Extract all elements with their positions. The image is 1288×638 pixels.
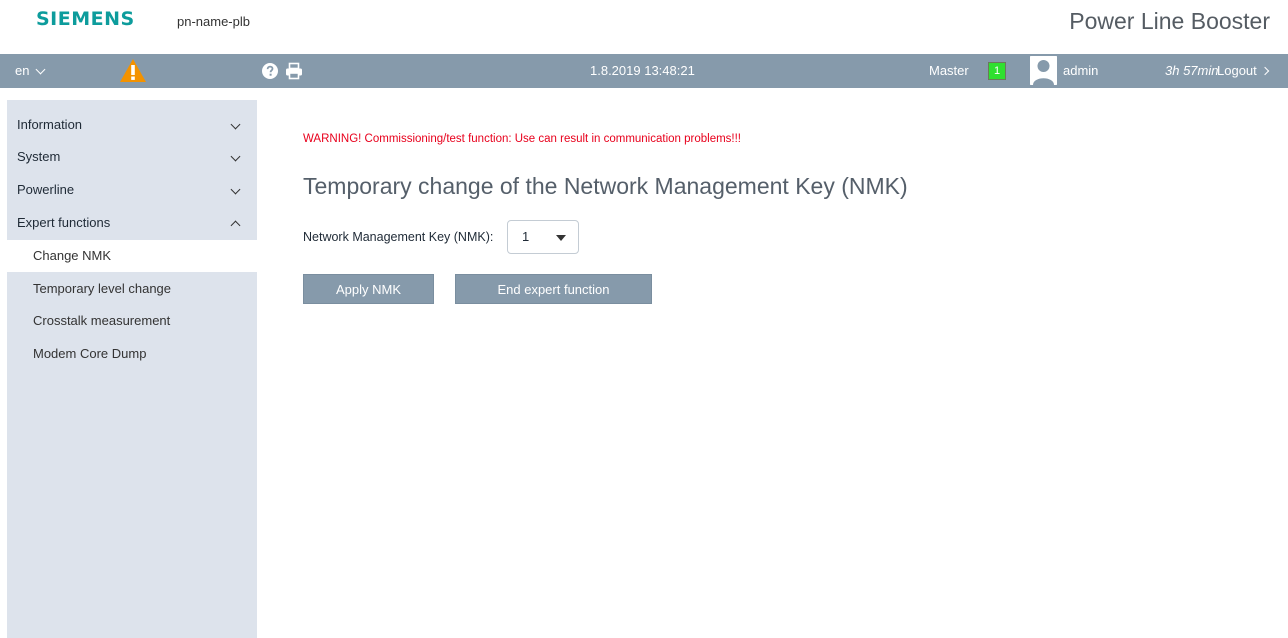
user-avatar-icon	[1030, 56, 1057, 85]
sidebar-item-label: Expert functions	[17, 215, 111, 230]
device-name: pn-name-plb	[177, 14, 250, 29]
page-header: SIEMENS pn-name-plb Power Line Booster	[0, 0, 1288, 54]
sidebar-item-label: System	[17, 149, 61, 164]
dropdown-arrow-icon	[556, 235, 566, 241]
sidebar-subitem-change-nmk[interactable]: Change NMK	[7, 240, 257, 272]
print-icon[interactable]	[285, 62, 303, 80]
chevron-down-icon	[230, 151, 241, 162]
sidebar-subitem-label: Modem Core Dump	[33, 346, 147, 361]
page-title: Temporary change of the Network Manageme…	[303, 173, 908, 199]
chevron-down-icon	[230, 184, 241, 195]
session-timer: 3h 57min	[1165, 63, 1219, 78]
nmk-field-label: Network Management Key (NMK):	[303, 230, 494, 244]
logout-button[interactable]: Logout	[1217, 54, 1270, 88]
sidebar-subitem-label: Crosstalk measurement	[33, 313, 171, 328]
sidebar-item-information[interactable]: Information	[7, 109, 257, 141]
role-status-badge: 1	[988, 62, 1006, 80]
language-selector[interactable]: en	[15, 54, 46, 88]
warning-message: WARNING! Commissioning/test function: Us…	[303, 133, 742, 145]
chevron-up-icon	[230, 220, 241, 231]
top-toolbar: en 1.8.2019 13:48:21 Master 1 admin 3h 5…	[0, 54, 1288, 88]
help-icon[interactable]	[262, 63, 278, 79]
apply-nmk-button[interactable]: Apply NMK	[303, 274, 434, 304]
username: admin	[1063, 63, 1099, 78]
language-value: en	[15, 63, 30, 78]
sidebar-subitem-temporary-level-change[interactable]: Temporary level change	[7, 273, 257, 305]
sidebar-subitem-modem-core-dump[interactable]: Modem Core Dump	[7, 338, 257, 370]
sidebar-item-label: Information	[17, 117, 83, 132]
warning-triangle-icon[interactable]	[119, 58, 147, 84]
product-title: Power Line Booster	[1069, 8, 1270, 34]
chevron-right-icon	[1260, 66, 1270, 76]
end-expert-function-button[interactable]: End expert function	[455, 274, 652, 304]
role-label: Master	[929, 63, 969, 78]
nmk-select-value: 1	[522, 229, 530, 244]
chevron-down-icon	[36, 64, 46, 74]
sidebar-item-label: Powerline	[17, 182, 75, 197]
chevron-down-icon	[230, 119, 241, 130]
sidebar-subitem-crosstalk-measurement[interactable]: Crosstalk measurement	[7, 305, 257, 337]
current-datetime: 1.8.2019 13:48:21	[590, 63, 695, 78]
sidebar-item-powerline[interactable]: Powerline	[7, 174, 257, 206]
logout-label: Logout	[1217, 63, 1257, 78]
sidebar-subitem-label: Change NMK	[33, 248, 112, 263]
sidebar-nav: Information System Powerline Expert func…	[7, 100, 257, 638]
nmk-select[interactable]: 1	[507, 220, 579, 254]
siemens-logo: SIEMENS	[36, 8, 135, 30]
sidebar-subitem-label: Temporary level change	[33, 281, 172, 296]
sidebar-item-expert-functions[interactable]: Expert functions	[7, 207, 257, 239]
sidebar-item-system[interactable]: System	[7, 141, 257, 173]
